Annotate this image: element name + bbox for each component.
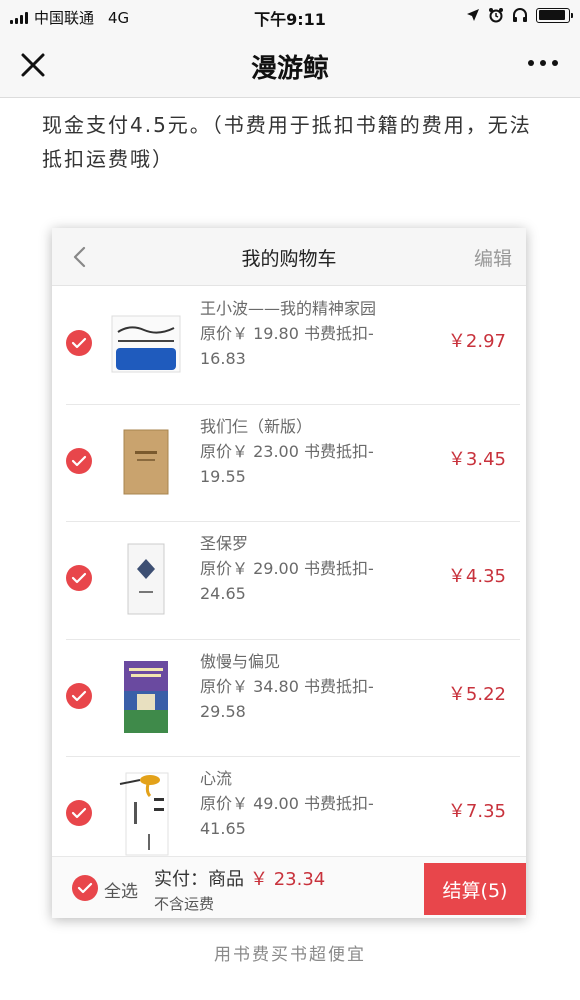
total-line: 实付：商品 ￥ 23.34 — [154, 865, 325, 891]
status-right — [466, 7, 573, 23]
check-icon — [71, 690, 87, 701]
item-title: 圣保罗 — [200, 534, 249, 553]
book-cover-image — [110, 529, 182, 629]
cart-item: 傲慢与偏见 原价￥ 34.80 书费抵扣- 29.58 ￥5.22 — [52, 638, 526, 757]
cart-item: 王小波——我的精神家园 原价￥ 19.80 书费抵扣- 16.83 ￥2.97 — [52, 286, 526, 404]
item-credit-value: 29.58 — [200, 701, 246, 721]
book-cover-image — [110, 764, 182, 864]
book-cover-image — [110, 294, 182, 394]
item-original-price-line: 原价￥ 49.00 书费抵扣- — [200, 791, 400, 816]
location-icon — [467, 9, 479, 21]
item-credit-value: 24.65 — [200, 584, 246, 603]
book-cover-image — [110, 647, 182, 747]
shipping-note: 不含运费 — [154, 895, 215, 913]
item-credit-value: 41.65 — [200, 819, 246, 838]
item-title: 我们仨（新版） — [200, 416, 313, 436]
battery-icon — [536, 7, 573, 23]
battery-fill — [538, 10, 565, 20]
check-icon — [77, 882, 93, 894]
article-paragraph: 现金支付4.5元。（书费用于抵扣书籍的费用，无法抵扣运费哦） — [42, 113, 532, 171]
item-original-price: 原价￥ 23.00 — [200, 441, 299, 461]
item-credit-label: 书费抵扣- — [304, 324, 374, 343]
item-original-price-line: 原价￥ 23.00 书费抵扣- — [200, 439, 400, 464]
item-original-price: 原价￥ 49.00 — [200, 794, 299, 813]
alarm-icon — [489, 8, 503, 23]
select-all-label[interactable]: 全选 — [104, 877, 138, 902]
more-icon[interactable] — [528, 60, 558, 66]
item-info: 圣保罗 原价￥ 29.00 书费抵扣- 24.65 — [200, 531, 400, 606]
check-icon — [71, 807, 87, 819]
item-checkbox[interactable] — [66, 800, 92, 826]
nav-title: 漫游鲸 — [250, 54, 329, 84]
select-all-checkbox[interactable] — [72, 875, 98, 901]
cart-item: 圣保罗 原价￥ 29.00 书费抵扣- 24.65 ￥4.35 — [52, 521, 526, 639]
item-price: ￥3.45 — [447, 448, 506, 470]
image-caption: 用书费买书超便宜 — [214, 945, 366, 965]
total-label: 实付：商品 — [154, 869, 244, 890]
cart-title: 我的购物车 — [241, 248, 337, 270]
item-info: 王小波——我的精神家园 原价￥ 19.80 书费抵扣- 16.83 — [200, 296, 400, 371]
item-checkbox[interactable] — [66, 330, 92, 356]
cart-footer: 全选 实付：商品 ￥ 23.34 不含运费 结算(5) — [52, 856, 526, 918]
item-credit-label: 书费抵扣- — [304, 794, 374, 813]
item-checkbox[interactable] — [66, 447, 92, 474]
item-credit-label: 书费抵扣- — [304, 559, 374, 578]
item-original-price-line: 原价￥ 19.80 书费抵扣- — [200, 321, 400, 346]
item-price: ￥4.35 — [447, 566, 506, 587]
nav-bar: 漫游鲸 — [0, 32, 580, 98]
item-credit-label: 书费抵扣- — [304, 676, 374, 696]
item-info: 傲慢与偏见 原价￥ 34.80 书费抵扣- 29.58 — [200, 649, 400, 724]
check-icon — [71, 455, 87, 466]
item-credit-value: 16.83 — [200, 349, 246, 368]
cart-screenshot: 我的购物车 编辑 王小波——我的精神家园 原价￥ 19.80 书费抵扣- 16.… — [52, 228, 526, 918]
item-original-price-line: 原价￥ 34.80 书费抵扣- — [200, 674, 400, 699]
item-title: 心流 — [200, 769, 233, 788]
item-checkbox[interactable] — [66, 682, 92, 709]
item-info: 我们仨（新版） 原价￥ 23.00 书费抵扣- 19.55 — [200, 414, 400, 489]
item-price: ￥7.35 — [447, 801, 506, 822]
cart-item-list: 王小波——我的精神家园 原价￥ 19.80 书费抵扣- 16.83 ￥2.97 … — [52, 286, 526, 874]
item-price: ￥2.97 — [447, 331, 506, 352]
item-credit-value: 19.55 — [200, 466, 246, 486]
item-info: 心流 原价￥ 49.00 书费抵扣- 41.65 — [200, 766, 400, 841]
item-original-price: 原价￥ 29.00 — [200, 559, 299, 578]
total-amount: ￥ 23.34 — [250, 869, 326, 890]
status-bar: 中国联通 4G 下午9:11 — [0, 0, 580, 32]
cart-item: 我们仨（新版） 原价￥ 23.00 书费抵扣- 19.55 ￥3.45 — [52, 403, 526, 522]
item-price: ￥5.22 — [447, 683, 506, 705]
item-original-price: 原价￥ 19.80 — [200, 324, 299, 343]
item-original-price: 原价￥ 34.80 — [200, 676, 299, 696]
item-checkbox[interactable] — [66, 565, 92, 591]
headphones-icon — [513, 8, 527, 22]
item-title: 王小波——我的精神家园 — [200, 299, 377, 318]
cart-header: 我的购物车 编辑 — [52, 228, 526, 286]
book-cover-image — [110, 412, 182, 512]
item-credit-label: 书费抵扣- — [304, 441, 374, 461]
item-title: 傲慢与偏见 — [200, 651, 281, 671]
item-original-price-line: 原价￥ 29.00 书费抵扣- — [200, 556, 400, 581]
edit-button[interactable]: 编辑 — [474, 244, 512, 271]
checkout-button[interactable]: 结算(5) — [424, 863, 526, 915]
check-icon — [71, 337, 87, 349]
check-icon — [71, 572, 87, 584]
